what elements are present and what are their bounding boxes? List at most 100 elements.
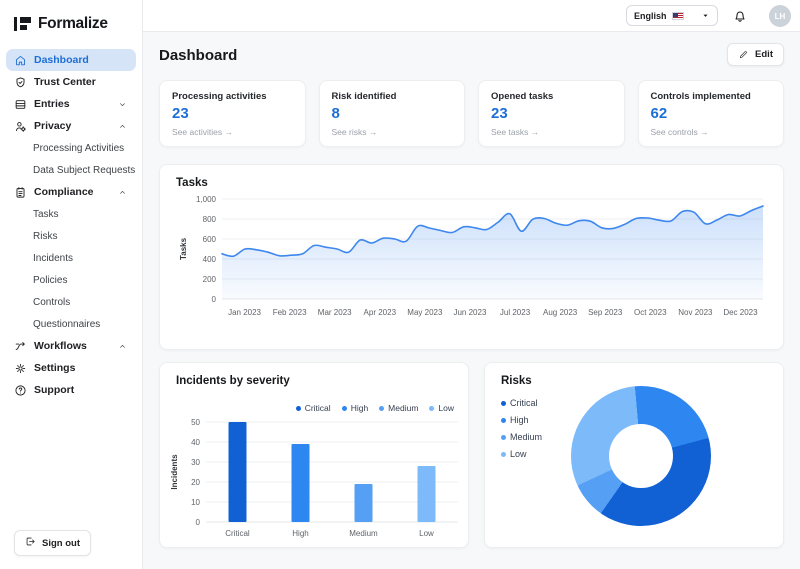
svg-text:High: High (292, 529, 308, 538)
svg-text:Low: Low (419, 529, 434, 538)
sidebar: Formalize DashboardTrust CenterEntriesPr… (0, 0, 143, 569)
incidents-chart-card: Incidents by severity Critical High Medium… (159, 362, 469, 548)
sidebar-item-settings[interactable]: Settings (6, 357, 136, 379)
sidebar-item-processing-activities[interactable]: Processing Activities (6, 137, 136, 159)
user-avatar[interactable]: LH (769, 5, 791, 27)
svg-text:40: 40 (191, 438, 200, 447)
settings-icon (14, 362, 27, 375)
sidebar-item-risks[interactable]: Risks (6, 225, 136, 247)
edit-button[interactable]: Edit (727, 43, 784, 66)
sidebar-item-label: Support (34, 384, 74, 396)
legend-dot (342, 406, 347, 411)
legend-dot (501, 418, 506, 423)
stat-cards-row: Processing activities23See activities →R… (159, 80, 784, 147)
legend-entry-critical: Critical (296, 403, 331, 413)
brand-name: Formalize (38, 15, 108, 33)
sidebar-item-dashboard[interactable]: Dashboard (6, 49, 136, 71)
sidebar-item-workflows[interactable]: Workflows (6, 335, 136, 357)
svg-text:20: 20 (191, 478, 200, 487)
logout-icon (25, 536, 36, 550)
stat-value: 23 (172, 105, 293, 122)
sidebar-item-controls[interactable]: Controls (6, 291, 136, 313)
sidebar-item-incidents[interactable]: Incidents (6, 247, 136, 269)
caret-down-icon (701, 11, 710, 20)
topbar: English LH (143, 0, 800, 32)
svg-text:10: 10 (191, 498, 200, 507)
svg-text:800: 800 (203, 215, 217, 224)
svg-text:Medium: Medium (349, 529, 378, 538)
sidebar-item-label: Tasks (33, 209, 59, 220)
incidents-chart-title: Incidents by severity (176, 375, 452, 387)
stat-value: 8 (332, 105, 453, 122)
svg-text:Critical: Critical (225, 529, 250, 538)
sidebar-item-label: Data Subject Requests (33, 165, 135, 176)
legend-dot (379, 406, 384, 411)
tasks-chart-card: Tasks 02004006008001,000Jan 2023Feb 2023… (159, 164, 784, 350)
donut-hole (609, 424, 673, 488)
support-icon (14, 384, 27, 397)
language-label: English (634, 11, 667, 21)
pencil-icon (738, 49, 749, 60)
bottom-charts-row: Incidents by severity Critical High Medium… (159, 362, 784, 548)
stat-value: 62 (651, 105, 772, 122)
svg-text:Oct 2023: Oct 2023 (634, 308, 667, 317)
formalize-logo-icon (14, 16, 31, 32)
risks-donut-chart (571, 386, 711, 526)
sidebar-item-label: Dashboard (34, 54, 89, 66)
stat-title: Controls implemented (651, 91, 772, 102)
svg-text:Jul 2023: Jul 2023 (500, 308, 531, 317)
svg-text:50: 50 (191, 418, 200, 427)
legend-entry-medium: Medium (379, 403, 418, 413)
svg-text:1,000: 1,000 (196, 195, 217, 204)
sidebar-item-entries[interactable]: Entries (6, 93, 136, 115)
app-window: Formalize DashboardTrust CenterEntriesPr… (0, 0, 800, 569)
page-title: Dashboard (159, 47, 784, 64)
stat-title: Risk identified (332, 91, 453, 102)
sidebar-item-tasks[interactable]: Tasks (6, 203, 136, 225)
compliance-icon (14, 186, 27, 199)
sidebar-nav: Dashboard Trust Center EntriesPrivacy Proce… (0, 49, 142, 401)
stat-link[interactable]: See activities → (172, 127, 293, 137)
us-flag-icon (672, 12, 684, 20)
legend-entry-medium: Medium (501, 432, 542, 442)
stat-card-risk-identified: Risk identified 8 See risks → (319, 80, 466, 147)
privacy-icon (14, 120, 27, 133)
stat-link[interactable]: See risks → (332, 127, 453, 137)
stat-link[interactable]: See controls → (651, 127, 772, 137)
stat-title: Opened tasks (491, 91, 612, 102)
tasks-line-chart: 02004006008001,000Jan 2023Feb 2023Mar 20… (176, 193, 767, 335)
language-select[interactable]: English (626, 5, 718, 26)
sign-out-label: Sign out (42, 538, 80, 549)
svg-text:Jun 2023: Jun 2023 (453, 308, 486, 317)
legend-entry-high: High (342, 403, 368, 413)
sidebar-item-label: Trust Center (34, 76, 96, 88)
stat-link[interactable]: See tasks → (491, 127, 612, 137)
legend-entry-high: High (501, 415, 542, 425)
svg-text:0: 0 (196, 518, 201, 527)
stat-card-opened-tasks: Opened tasks23See tasks → (478, 80, 625, 147)
sidebar-item-label: Risks (33, 231, 57, 242)
sidebar-item-data-subject-requests[interactable]: Data Subject Requests (6, 159, 136, 181)
chevron-up-icon (118, 188, 127, 197)
risks-chart-card: Risks CriticalHighMediumLow (484, 362, 784, 548)
tasks-chart-title: Tasks (176, 177, 767, 189)
home-icon (14, 54, 27, 67)
trust-center-icon (14, 76, 27, 89)
legend-entry-low: Low (429, 403, 454, 413)
sign-out-button[interactable]: Sign out (14, 530, 91, 556)
svg-text:Jan 2023: Jan 2023 (228, 308, 261, 317)
sidebar-item-privacy[interactable]: Privacy (6, 115, 136, 137)
sidebar-item-compliance[interactable]: Compliance (6, 181, 136, 203)
sidebar-item-support[interactable]: Support (6, 379, 136, 401)
sidebar-item-label: Controls (33, 297, 70, 308)
notifications-bell-icon[interactable] (732, 8, 748, 24)
sidebar-item-trust-center[interactable]: Trust Center (6, 71, 136, 93)
sidebar-item-label: Questionnaires (33, 319, 100, 330)
svg-text:400: 400 (203, 255, 217, 264)
legend-dot (296, 406, 301, 411)
svg-text:Mar 2023: Mar 2023 (318, 308, 352, 317)
sidebar-item-label: Processing Activities (33, 143, 124, 154)
legend-dot (501, 452, 506, 457)
sidebar-item-policies[interactable]: Policies (6, 269, 136, 291)
sidebar-item-questionnaires[interactable]: Questionnaires (6, 313, 136, 335)
